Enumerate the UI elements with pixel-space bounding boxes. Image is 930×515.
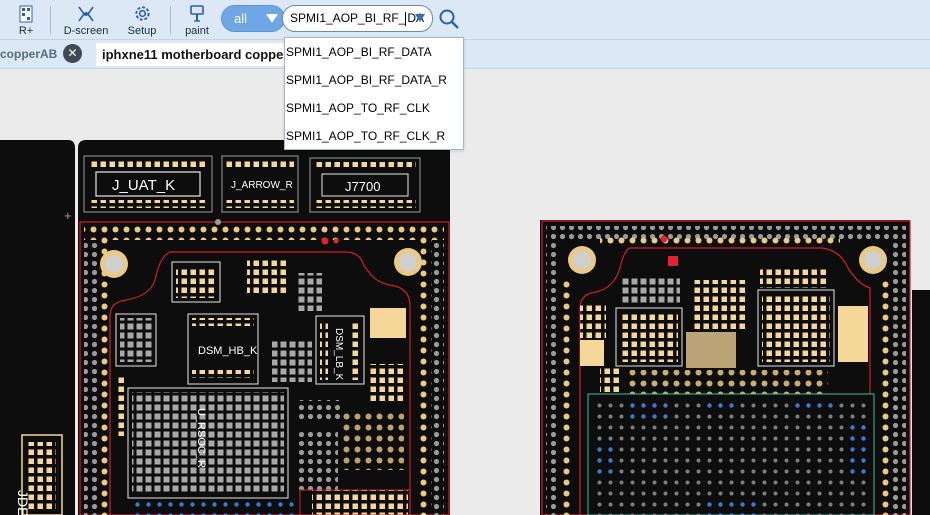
board-canvas[interactable]: + JDEB J_UAT_K J_ARROW_R J7700 DSM_HB_K … <box>0 70 930 515</box>
chevron-down-icon[interactable] <box>415 14 425 22</box>
separator <box>50 6 51 34</box>
layers-icon <box>19 5 33 23</box>
paint-icon <box>190 5 204 22</box>
suggestion-item[interactable]: SPMI1_AOP_TO_RF_CLK <box>285 94 463 122</box>
search-input[interactable]: SPMI1_AOP_BI_RF_ DA <box>282 5 433 32</box>
d-screen-button[interactable]: D-screen <box>60 0 112 40</box>
scope-value: all <box>234 11 248 26</box>
label-ursoc: U_RSOC_R <box>195 408 207 468</box>
paint-label: paint <box>185 25 209 37</box>
label-j-arrow: J_ARROW_R <box>231 180 293 191</box>
r-plus-button[interactable]: R+ <box>12 0 40 40</box>
search-suggestions: SPMI1_AOP_BI_RF_DATA SPMI1_AOP_BI_RF_DAT… <box>284 37 464 150</box>
close-icon[interactable]: ✕ <box>63 44 82 63</box>
suggestion-item[interactable]: SPMI1_AOP_BI_RF_DATA <box>285 38 463 66</box>
label-j7700: J7700 <box>345 179 380 194</box>
label-j-uat: J_UAT_K <box>112 177 175 194</box>
tab-copperab[interactable]: copperAB <box>0 47 57 61</box>
chevron-down-icon[interactable] <box>266 14 278 23</box>
label-dsm-lb: DSM_LB_K <box>333 328 344 381</box>
search-value: SPMI1_AOP_BI_RF_ <box>290 11 406 25</box>
marker-red <box>321 237 329 245</box>
d-screen-label: D-screen <box>63 25 109 37</box>
suggestion-item[interactable]: SPMI1_AOP_BI_RF_DATA_R <box>285 66 463 94</box>
search-icon <box>439 9 459 29</box>
gear-icon <box>134 6 150 21</box>
tab-bar: copperAB ✕ iphxne11 motherboard copper <box>0 40 930 69</box>
separator <box>170 6 171 34</box>
label-dsm-hb: DSM_HB_K <box>198 345 258 357</box>
cross-marker: + <box>64 208 72 223</box>
d-screen-icon <box>78 6 94 22</box>
marker-red <box>333 238 339 244</box>
marker-red <box>668 256 678 266</box>
toolbar: R+ D-screen Setup paint all SPMI1_AOP_BI… <box>0 0 930 40</box>
marker-red <box>660 235 668 243</box>
tab-active[interactable]: iphxne11 motherboard copper <box>96 43 296 66</box>
pcb-view[interactable]: + JDEB J_UAT_K J_ARROW_R J7700 DSM_HB_K … <box>0 70 930 515</box>
search-button[interactable] <box>437 7 461 31</box>
ic-component <box>247 260 287 296</box>
label-jdeb: JDEB <box>15 490 31 515</box>
suggestion-item[interactable]: SPMI1_AOP_TO_RF_CLK_R <box>285 122 463 150</box>
setup-label: Setup <box>127 25 157 37</box>
paint-button[interactable]: paint <box>181 0 213 40</box>
scope-select[interactable]: all <box>221 5 285 32</box>
r-plus-label: R+ <box>18 25 34 37</box>
setup-button[interactable]: Setup <box>124 0 160 40</box>
